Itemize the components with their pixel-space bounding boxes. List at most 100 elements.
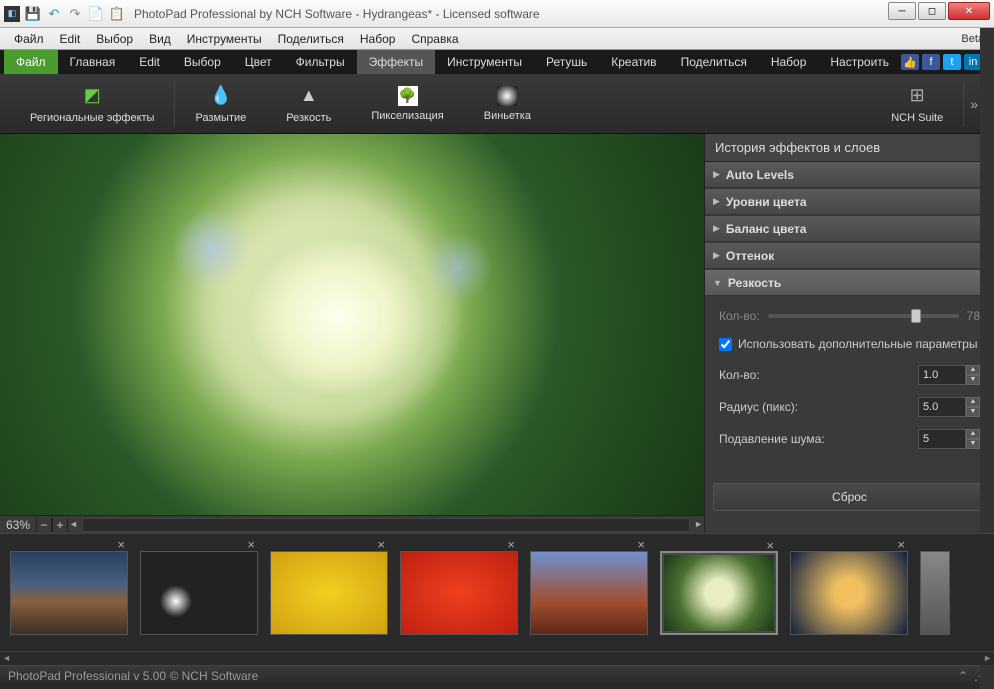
menu-view[interactable]: Вид [141,30,179,48]
slider-knob[interactable] [911,309,921,323]
thumb-image [791,552,907,634]
spin-up-icon[interactable]: ▲ [966,397,980,407]
close-icon[interactable]: × [377,537,385,552]
expand-icon: ▶ [713,223,720,234]
canvas[interactable] [0,134,704,515]
ribbon-tab-effects[interactable]: Эффекты [357,50,436,74]
amount2-input[interactable] [918,365,966,385]
amount-value: 78 [967,309,980,323]
ribbon-tab-suite[interactable]: Набор [759,50,819,74]
blur-button[interactable]: 💧 Размытие [175,74,266,133]
thumb-image [11,552,127,634]
spin-up-icon[interactable]: ▲ [966,429,980,439]
menu-suite[interactable]: Набор [352,30,404,48]
chevron-up-icon[interactable]: ⌃ [958,669,968,683]
advanced-checkbox[interactable]: Использовать дополнительные параметры [719,337,980,351]
pixelate-button[interactable]: 🌳 Пикселизация [351,74,463,133]
close-button[interactable]: ✕ [948,2,990,20]
nch-suite-button[interactable]: ⊞ NCH Suite [871,74,963,133]
close-icon[interactable]: × [766,538,774,553]
ribbon-tab-edit[interactable]: Edit [127,50,172,74]
expand-icon: ▶ [713,196,720,207]
thumb-image [271,552,387,634]
close-icon[interactable]: × [897,537,905,552]
window-title: PhotoPad Professional by NCH Software - … [134,7,540,21]
amount-slider[interactable] [768,314,959,318]
thumbnail[interactable]: × [400,551,518,635]
menu-edit[interactable]: Edit [52,30,89,48]
radius-input[interactable] [918,397,966,417]
spin-up-icon[interactable]: ▲ [966,365,980,375]
close-icon[interactable]: × [247,537,255,552]
thumb-image [401,552,517,634]
zoom-level: 63% [0,518,36,532]
ribbon-tab-home[interactable]: Главная [58,50,128,74]
layer-color-levels[interactable]: ▶Уровни цвета× [705,189,994,215]
reset-button[interactable]: Сброс [713,483,986,511]
thumbnail[interactable]: × [270,551,388,635]
advanced-checkbox-input[interactable] [719,338,732,351]
spin-down-icon[interactable]: ▼ [966,407,980,417]
sharpness-controls: Кол-во: 78 Использовать дополнительные п… [705,297,994,473]
ribbon-tab-share[interactable]: Поделиться [669,50,759,74]
menu-help[interactable]: Справка [403,30,466,48]
menu-share[interactable]: Поделиться [270,30,352,48]
status-text: PhotoPad Professional v 5.00 © NCH Softw… [8,669,258,683]
amount-label: Кол-во: [719,309,760,323]
close-icon[interactable]: × [507,537,515,552]
ribbon-tab-color[interactable]: Цвет [233,50,284,74]
ribbon-tab-creative[interactable]: Креатив [599,50,668,74]
thumbnail-selected[interactable]: × [660,551,778,635]
regional-effects-button[interactable]: ◩ Региональные эффекты [10,74,174,133]
ribbon-tab-select[interactable]: Выбор [172,50,233,74]
close-icon[interactable]: × [117,537,125,552]
expand-icon: ▶ [713,250,720,261]
facebook-icon[interactable]: f [922,54,940,70]
close-icon[interactable]: × [637,537,645,552]
menu-select[interactable]: Выбор [88,30,141,48]
sharpen-button[interactable]: ▲ Резкость [266,74,351,133]
pixelate-icon: 🌳 [398,86,418,106]
twitter-icon[interactable]: t [943,54,961,70]
layer-sharpness[interactable]: ▼Резкость× [705,270,994,296]
vignette-button[interactable]: Виньетка [464,74,551,133]
ribbon-tab-filters[interactable]: Фильтры [284,50,357,74]
thumb-image [921,552,949,634]
ribbon-tab-file[interactable]: Файл [4,50,58,74]
thumbnail[interactable] [920,551,950,635]
layer-color-balance[interactable]: ▶Баланс цвета× [705,216,994,242]
ribbon: ◩ Региональные эффекты 💧 Размытие ▲ Резк… [0,74,994,134]
undo-icon[interactable]: ↶ [45,5,63,23]
thumbnail[interactable]: × [140,551,258,635]
ribbon-tab-retouch[interactable]: Ретушь [534,50,599,74]
sharpen-icon: ▲ [297,84,321,108]
thumbnail[interactable]: × [10,551,128,635]
horizontal-scrollbar[interactable] [82,518,690,532]
regional-effects-icon: ◩ [80,84,104,108]
like-icon[interactable]: 👍 [901,54,919,70]
menu-tools[interactable]: Инструменты [179,30,270,48]
thumbnail[interactable]: × [530,551,648,635]
thumbnail-strip: × × × × × × × [0,533,994,651]
layer-hue[interactable]: ▶Оттенок× [705,243,994,269]
panel-body: ▶Auto Levels× ▶Уровни цвета× ▶Баланс цве… [705,162,994,533]
workspace: 63% − + История эффектов и слоев ▶Auto L… [0,134,994,533]
thumbnail-scrollbar[interactable] [0,651,994,665]
minimize-button[interactable]: ─ [888,2,916,20]
new-icon[interactable]: 📄 [87,5,105,23]
spin-down-icon[interactable]: ▼ [966,439,980,449]
menubar: Файл Edit Выбор Вид Инструменты Поделить… [0,28,994,50]
redo-icon[interactable]: ↷ [66,5,84,23]
maximize-button[interactable]: ◻ [918,2,946,20]
ribbon-tab-tools[interactable]: Инструменты [435,50,534,74]
save-icon[interactable]: 💾 [24,5,42,23]
thumbnail[interactable]: × [790,551,908,635]
paste-icon[interactable]: 📋 [108,5,126,23]
spin-down-icon[interactable]: ▼ [966,375,980,385]
zoom-in-button[interactable]: + [52,518,68,532]
zoom-out-button[interactable]: − [36,518,52,532]
noise-input[interactable] [918,429,966,449]
layer-auto-levels[interactable]: ▶Auto Levels× [705,162,994,188]
ribbon-tab-config[interactable]: Настроить [818,50,901,74]
menu-file[interactable]: Файл [6,30,52,48]
